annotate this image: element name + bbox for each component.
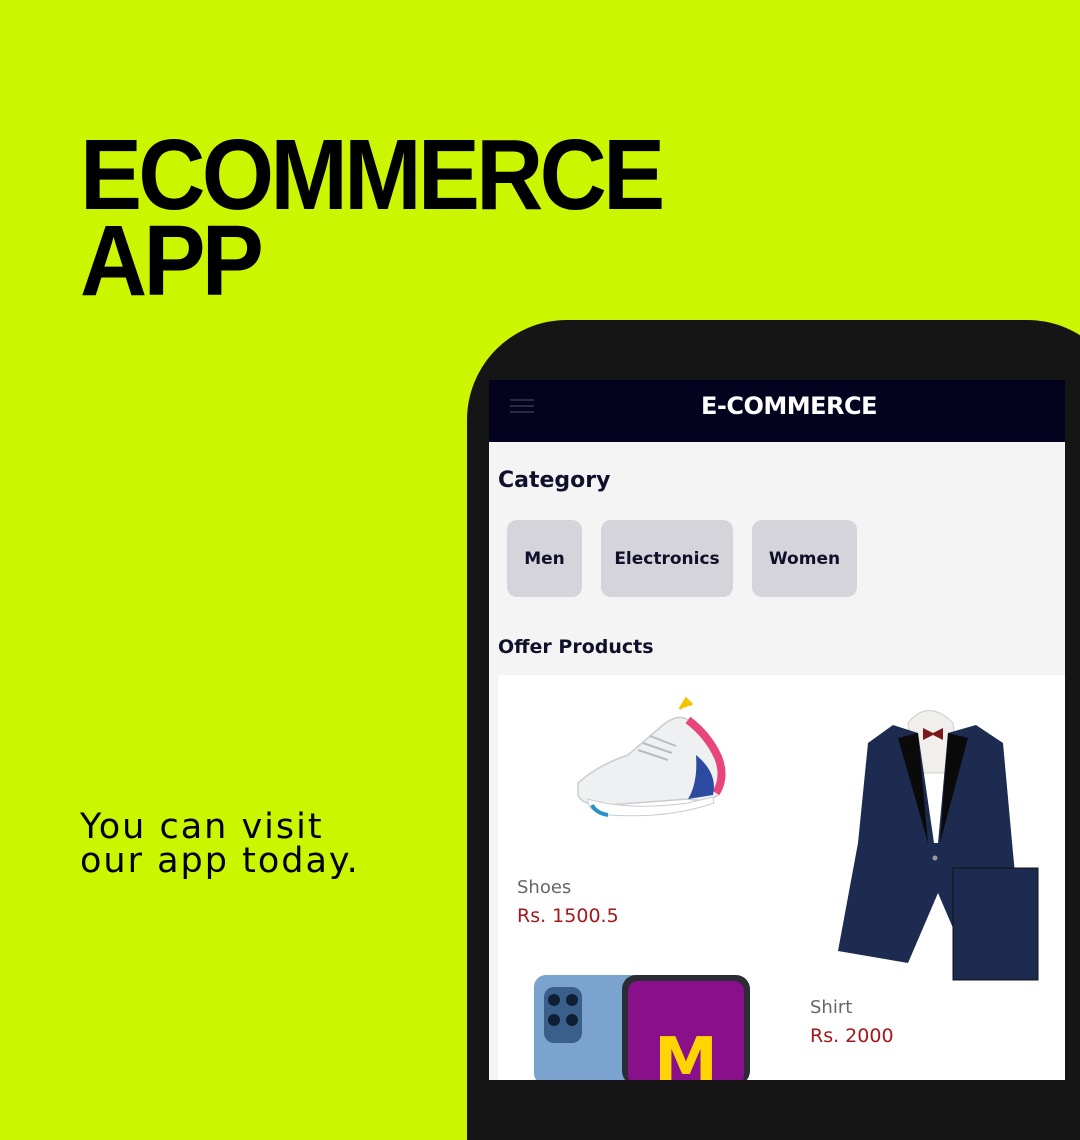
product-name-shirt: Shirt bbox=[810, 997, 853, 1018]
tagline: You can visit our app today. bbox=[80, 807, 360, 881]
smartphone-product-image[interactable]: M bbox=[534, 975, 754, 1080]
tagline-line-1: You can visit bbox=[80, 807, 324, 847]
product-price-shoes: Rs. 1500.5 bbox=[517, 905, 619, 927]
app-screen: E-COMMERCE Category Men Electronics Wome… bbox=[489, 380, 1065, 1080]
headline: ECOMMERCE APP bbox=[80, 125, 665, 311]
product-name-shoes: Shoes bbox=[517, 877, 572, 898]
category-chip-women[interactable]: Women bbox=[752, 520, 857, 597]
category-chip-electronics[interactable]: Electronics bbox=[601, 520, 733, 597]
offer-products-heading: Offer Products bbox=[498, 636, 654, 658]
category-heading: Category bbox=[498, 468, 611, 493]
tagline-line-2: our app today. bbox=[80, 841, 360, 881]
shoe-product-image[interactable] bbox=[568, 695, 738, 835]
product-price-shirt: Rs. 2000 bbox=[810, 1025, 894, 1047]
shirt-product-image[interactable] bbox=[828, 693, 1043, 983]
app-title: E-COMMERCE bbox=[700, 392, 878, 420]
category-chip-men[interactable]: Men bbox=[507, 520, 582, 597]
app-bar: E-COMMERCE bbox=[489, 380, 1065, 442]
offer-products-grid: Shoes Rs. 1500.5 Shirt Rs. 2000 M bbox=[498, 675, 1065, 1080]
phone-screen-logo-letter: M bbox=[654, 1025, 718, 1080]
